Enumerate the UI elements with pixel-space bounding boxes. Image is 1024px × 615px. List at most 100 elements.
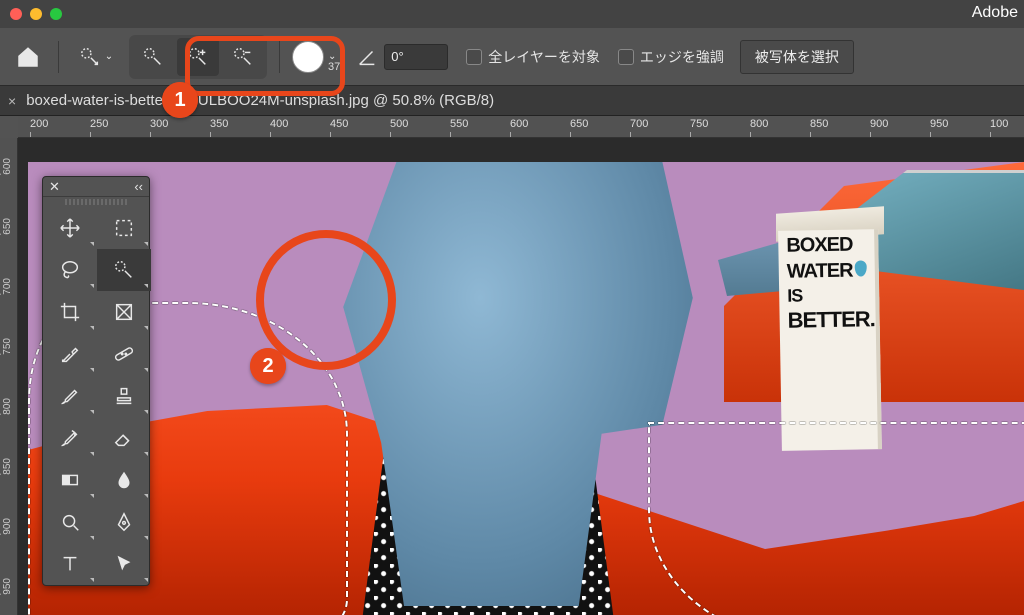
ruler-tick: 850 <box>810 118 828 130</box>
brush-icon <box>59 385 81 407</box>
panel-collapse-icon[interactable]: ‹‹ <box>134 179 143 194</box>
quick-select-brush-icon <box>79 46 101 68</box>
window-controls <box>10 8 62 20</box>
ruler-tick: 800 <box>2 398 13 415</box>
ruler-tick: 800 <box>750 118 768 130</box>
eraser-icon <box>113 427 135 449</box>
tool-history-brush[interactable] <box>43 417 97 459</box>
ruler-tick: 600 <box>510 118 528 130</box>
tool-path-select[interactable] <box>97 543 151 585</box>
home-button[interactable] <box>10 39 46 75</box>
mode-subtract-selection[interactable] <box>222 38 264 76</box>
frame-icon <box>113 301 135 323</box>
brush-add-icon <box>187 46 209 68</box>
document-title: boxed-water-is-better-n1pULBOO24M-unspla… <box>26 92 494 109</box>
lasso-icon <box>59 259 81 281</box>
brush-preset-picker[interactable]: ⌄ <box>292 41 324 73</box>
pen-icon <box>113 511 135 533</box>
brush-swatch-icon <box>292 41 324 73</box>
type-icon <box>59 553 81 575</box>
tool-pen[interactable] <box>97 501 151 543</box>
checkbox-icon <box>466 49 482 65</box>
tool-preset-picker[interactable]: ⌄ <box>71 39 121 75</box>
angle-input[interactable] <box>384 44 448 70</box>
carton-text: WATER <box>779 254 879 282</box>
tools-grid <box>43 207 149 585</box>
ruler-tick: 750 <box>2 338 13 355</box>
tool-crop[interactable] <box>43 291 97 333</box>
checkbox-icon <box>618 49 634 65</box>
window-minimize-button[interactable] <box>30 8 42 20</box>
panel-header[interactable]: ✕ ‹‹ <box>43 177 149 197</box>
document-canvas[interactable]: BOXED WATER IS BETTER. <box>28 162 1024 615</box>
annotation-number: 2 <box>250 348 286 384</box>
ruler-tick: 400 <box>270 118 288 130</box>
tool-clone-stamp[interactable] <box>97 375 151 417</box>
selection-mode-group <box>129 35 267 79</box>
brush-subtract-icon <box>232 46 254 68</box>
tool-lasso[interactable] <box>43 249 97 291</box>
carton-text: IS <box>779 280 879 305</box>
crop-icon <box>59 301 81 323</box>
panel-grip[interactable] <box>65 199 127 205</box>
tool-move[interactable] <box>43 207 97 249</box>
brush-new-icon <box>142 46 164 68</box>
move-icon <box>59 217 81 239</box>
dodge-icon <box>59 511 81 533</box>
tool-eyedropper[interactable] <box>43 333 97 375</box>
options-bar: ⌄ ⌄ 37 全レイヤーを対象 エッジを強調 被写体を選択 <box>0 28 1024 86</box>
home-icon <box>15 44 41 70</box>
tool-type[interactable] <box>43 543 97 585</box>
tool-quick-selection[interactable] <box>97 249 151 291</box>
history-brush-icon <box>59 427 81 449</box>
checkbox-label: 全レイヤーを対象 <box>488 47 600 67</box>
tool-dodge[interactable] <box>43 501 97 543</box>
tool-frame[interactable] <box>97 291 151 333</box>
tool-blur[interactable] <box>97 459 151 501</box>
ruler-tick: 250 <box>90 118 108 130</box>
tool-eraser[interactable] <box>97 417 151 459</box>
gradient-icon <box>59 469 81 491</box>
canvas-area[interactable]: BOXED WATER IS BETTER. <box>18 138 1024 615</box>
sample-all-layers-checkbox[interactable]: 全レイヤーを対象 <box>466 47 600 67</box>
tool-brush[interactable] <box>43 375 97 417</box>
window-titlebar: Adobe <box>0 0 1024 28</box>
select-subject-button[interactable]: 被写体を選択 <box>740 40 854 74</box>
carton-text: BOXED <box>778 229 878 256</box>
chevron-down-icon: ⌄ <box>105 51 113 62</box>
ruler-tick: 650 <box>570 118 588 130</box>
window-close-button[interactable] <box>10 8 22 20</box>
vertical-ruler[interactable]: 600 650 700 750 800 850 900 950 <box>0 138 18 615</box>
marquee-icon <box>113 217 135 239</box>
ruler-tick: 950 <box>930 118 948 130</box>
water-drop-icon <box>854 260 866 276</box>
quick-select-icon <box>113 259 135 281</box>
tool-healing[interactable] <box>97 333 151 375</box>
horizontal-ruler[interactable]: 200 250 300 350 400 450 500 550 600 650 … <box>18 116 1024 138</box>
bandage-icon <box>113 343 135 365</box>
stamp-icon <box>113 385 135 407</box>
ruler-tick: 750 <box>690 118 708 130</box>
ruler-tick: 500 <box>390 118 408 130</box>
tool-marquee[interactable] <box>97 207 151 249</box>
mode-new-selection[interactable] <box>132 38 174 76</box>
ruler-tick: 300 <box>150 118 168 130</box>
tab-close-button[interactable]: × <box>8 93 16 109</box>
ruler-tick: 200 <box>30 118 48 130</box>
mode-add-selection[interactable] <box>177 38 219 76</box>
ruler-tick: 700 <box>630 118 648 130</box>
ruler-tick: 950 <box>2 578 13 595</box>
tools-panel[interactable]: ✕ ‹‹ <box>42 176 150 586</box>
chevron-down-icon: ⌄ <box>328 51 336 62</box>
ruler-tick: 600 <box>2 158 13 175</box>
panel-close-icon[interactable]: ✕ <box>49 179 60 195</box>
ruler-tick: 350 <box>210 118 228 130</box>
window-zoom-button[interactable] <box>50 8 62 20</box>
enhance-edge-checkbox[interactable]: エッジを強調 <box>618 47 724 67</box>
drop-icon <box>113 469 135 491</box>
annotation-number: 1 <box>162 82 198 118</box>
tool-gradient[interactable] <box>43 459 97 501</box>
ruler-tick: 650 <box>2 218 13 235</box>
ruler-tick: 100 <box>990 118 1008 130</box>
image-carton: BOXED WATER IS BETTER. <box>778 229 882 451</box>
